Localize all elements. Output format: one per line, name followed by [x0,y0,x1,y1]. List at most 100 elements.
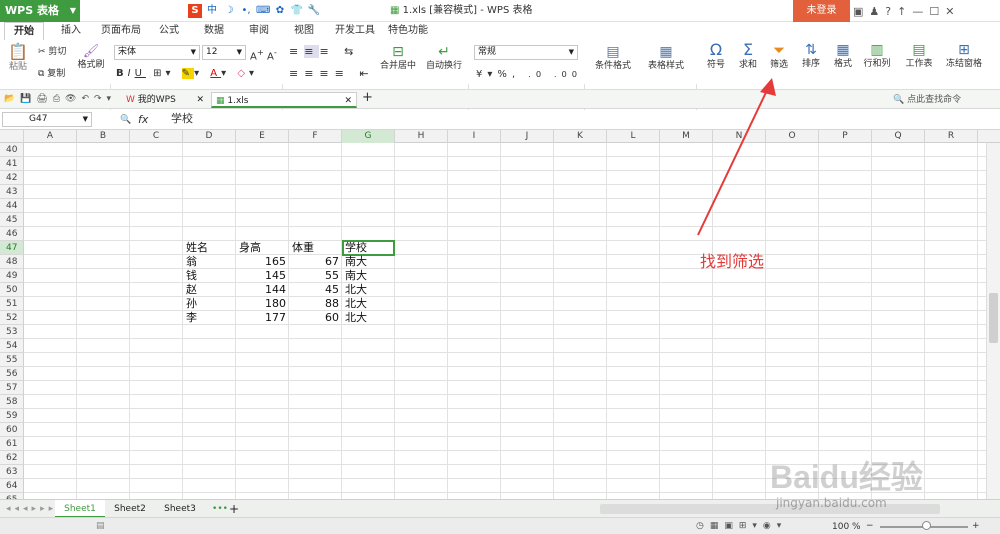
tab-page-layout[interactable]: 页面布局 [101,22,141,40]
table-cell[interactable]: 165 [237,255,288,269]
tab-insert[interactable]: 插入 [61,22,81,40]
filter-button[interactable]: ⏷ 筛选 [765,43,793,71]
merge-center-button[interactable]: ⊟ 合并居中 [376,45,420,72]
app-menu-button[interactable]: WPS 表格 ▼ [0,0,80,22]
row-header[interactable]: 63 [0,465,24,479]
moon-icon[interactable]: ☽ [222,4,236,18]
row-header[interactable]: 56 [0,367,24,381]
row-header[interactable]: 64 [0,479,24,493]
column-header[interactable]: C [130,130,183,143]
table-header-cell[interactable]: 体重 [290,241,341,255]
add-sheet-button[interactable]: + [228,500,240,518]
table-cell[interactable]: 67 [290,255,341,269]
row-header[interactable]: 50 [0,283,24,297]
row-header[interactable]: 51 [0,297,24,311]
font-style-buttons[interactable]: BIU ⊞▾ ✎▾ A▾ ◇▾ [116,68,258,80]
row-header[interactable]: 54 [0,339,24,353]
column-header[interactable]: F [289,130,342,143]
table-cell[interactable]: 钱 [184,269,235,283]
row-header[interactable]: 42 [0,171,24,185]
row-header[interactable]: 62 [0,451,24,465]
table-cell[interactable]: 南大 [343,269,394,283]
table-cell[interactable]: 翁 [184,255,235,269]
row-header[interactable]: 59 [0,409,24,423]
close-icon[interactable]: ✕ [196,92,204,108]
table-cell[interactable]: 144 [237,283,288,297]
column-header[interactable]: Q [872,130,925,143]
tab-data[interactable]: 数据 [204,22,224,40]
conditional-format-button[interactable]: ▤ 条件格式 [590,45,636,72]
sheet-nav-arrows[interactable]: ◂◂◂▸▸▸ [6,503,57,515]
table-header-cell[interactable]: 姓名 [184,241,235,255]
table-cell[interactable]: 北大 [343,283,394,297]
keyboard-icon[interactable]: ⌨ [256,4,270,18]
table-header-cell[interactable]: 身高 [237,241,288,255]
tab-view[interactable]: 视图 [294,22,314,40]
restore-icon[interactable]: ↑ [897,5,906,18]
tab-home[interactable]: 开始 [4,22,44,40]
number-style-buttons[interactable]: ¥▾%‚ .0 .00 [476,68,582,81]
login-button[interactable]: 未登录 [793,0,850,22]
font-size-select[interactable]: 12 ▼ [202,45,246,60]
cut-button[interactable]: ✂ 剪切 [38,46,66,58]
close-icon[interactable]: ✕ [344,93,352,109]
table-header-cell[interactable]: 学校 [342,240,395,256]
column-header[interactable]: A [24,130,77,143]
horizontal-scrollbar[interactable] [600,504,940,514]
search-command[interactable]: 🔍 点此查找命令 [893,94,961,106]
column-header[interactable]: I [448,130,501,143]
table-cell[interactable]: 赵 [184,283,235,297]
copy-button[interactable]: ⧉ 复制 [38,68,65,80]
zoom-in-button[interactable]: + [972,520,980,532]
worksheet-button[interactable]: ▤ 工作表 [901,43,937,70]
row-header[interactable]: 48 [0,255,24,269]
row-header[interactable]: 41 [0,157,24,171]
zoom-slider-thumb[interactable] [922,521,931,530]
column-header[interactable]: P [819,130,872,143]
vertical-scrollbar[interactable] [986,143,1000,499]
fx-button[interactable]: fx [138,114,148,126]
minimize-icon[interactable]: — [912,5,923,18]
doc-tab-file[interactable]: ▦ 1.xls ✕ [211,92,357,108]
scrollbar-thumb[interactable] [989,293,998,343]
shirt-icon[interactable]: ♟ [869,5,879,18]
row-header[interactable]: 45 [0,213,24,227]
table-style-button[interactable]: ▦ 表格样式 [642,45,690,72]
formula-input[interactable]: 学校 [171,113,193,125]
column-header[interactable]: G [342,130,395,143]
column-header[interactable]: L [607,130,660,143]
font-grow-button[interactable]: A+ A- [250,46,277,63]
quick-access-icons[interactable]: 📂💾🖨⎙👁↶↷▾ [4,93,116,105]
name-box[interactable]: G47 ▼ [2,112,92,127]
row-header[interactable]: 46 [0,227,24,241]
row-header[interactable]: 52 [0,311,24,325]
row-header[interactable]: 44 [0,199,24,213]
vertical-align-buttons[interactable]: ≡≡≡ ⇆ [289,45,359,58]
sheet-tab-1[interactable]: Sheet1 [55,500,105,518]
row-header[interactable]: 47 [0,241,24,255]
column-header[interactable]: D [183,130,236,143]
tools-icon[interactable]: 🔧 [307,4,321,18]
column-header[interactable]: K [554,130,607,143]
table-cell[interactable]: 177 [237,311,288,325]
table-cell[interactable]: 60 [290,311,341,325]
macro-icon[interactable]: ▤ [96,520,105,532]
table-cell[interactable]: 45 [290,283,341,297]
maximize-icon[interactable]: ☐ [929,5,939,18]
column-header[interactable]: B [77,130,130,143]
sort-button[interactable]: ⇅ 排序 [797,43,825,70]
punctuation-icon[interactable]: •, [239,4,253,18]
help-icon[interactable]: ? [885,5,891,18]
cell-grid[interactable]: 40 41 42 43 44 45 46 47 48 49 50 51 52 53 54 55 56 57 58 59… [0,143,996,499]
new-tab-button[interactable]: + [362,91,373,104]
row-header[interactable]: 53 [0,325,24,339]
table-cell[interactable]: 南大 [343,255,394,269]
wrap-text-button[interactable]: ↵ 自动换行 [424,45,464,72]
table-cell[interactable]: 55 [290,269,341,283]
tab-review[interactable]: 审阅 [249,22,269,40]
table-cell[interactable]: 180 [237,297,288,311]
sogou-logo-icon[interactable]: S [188,4,202,18]
sum-button[interactable]: Σ 求和 [734,42,762,71]
table-cell[interactable]: 孙 [184,297,235,311]
ime-chinese-mode[interactable]: 中 [205,4,219,18]
